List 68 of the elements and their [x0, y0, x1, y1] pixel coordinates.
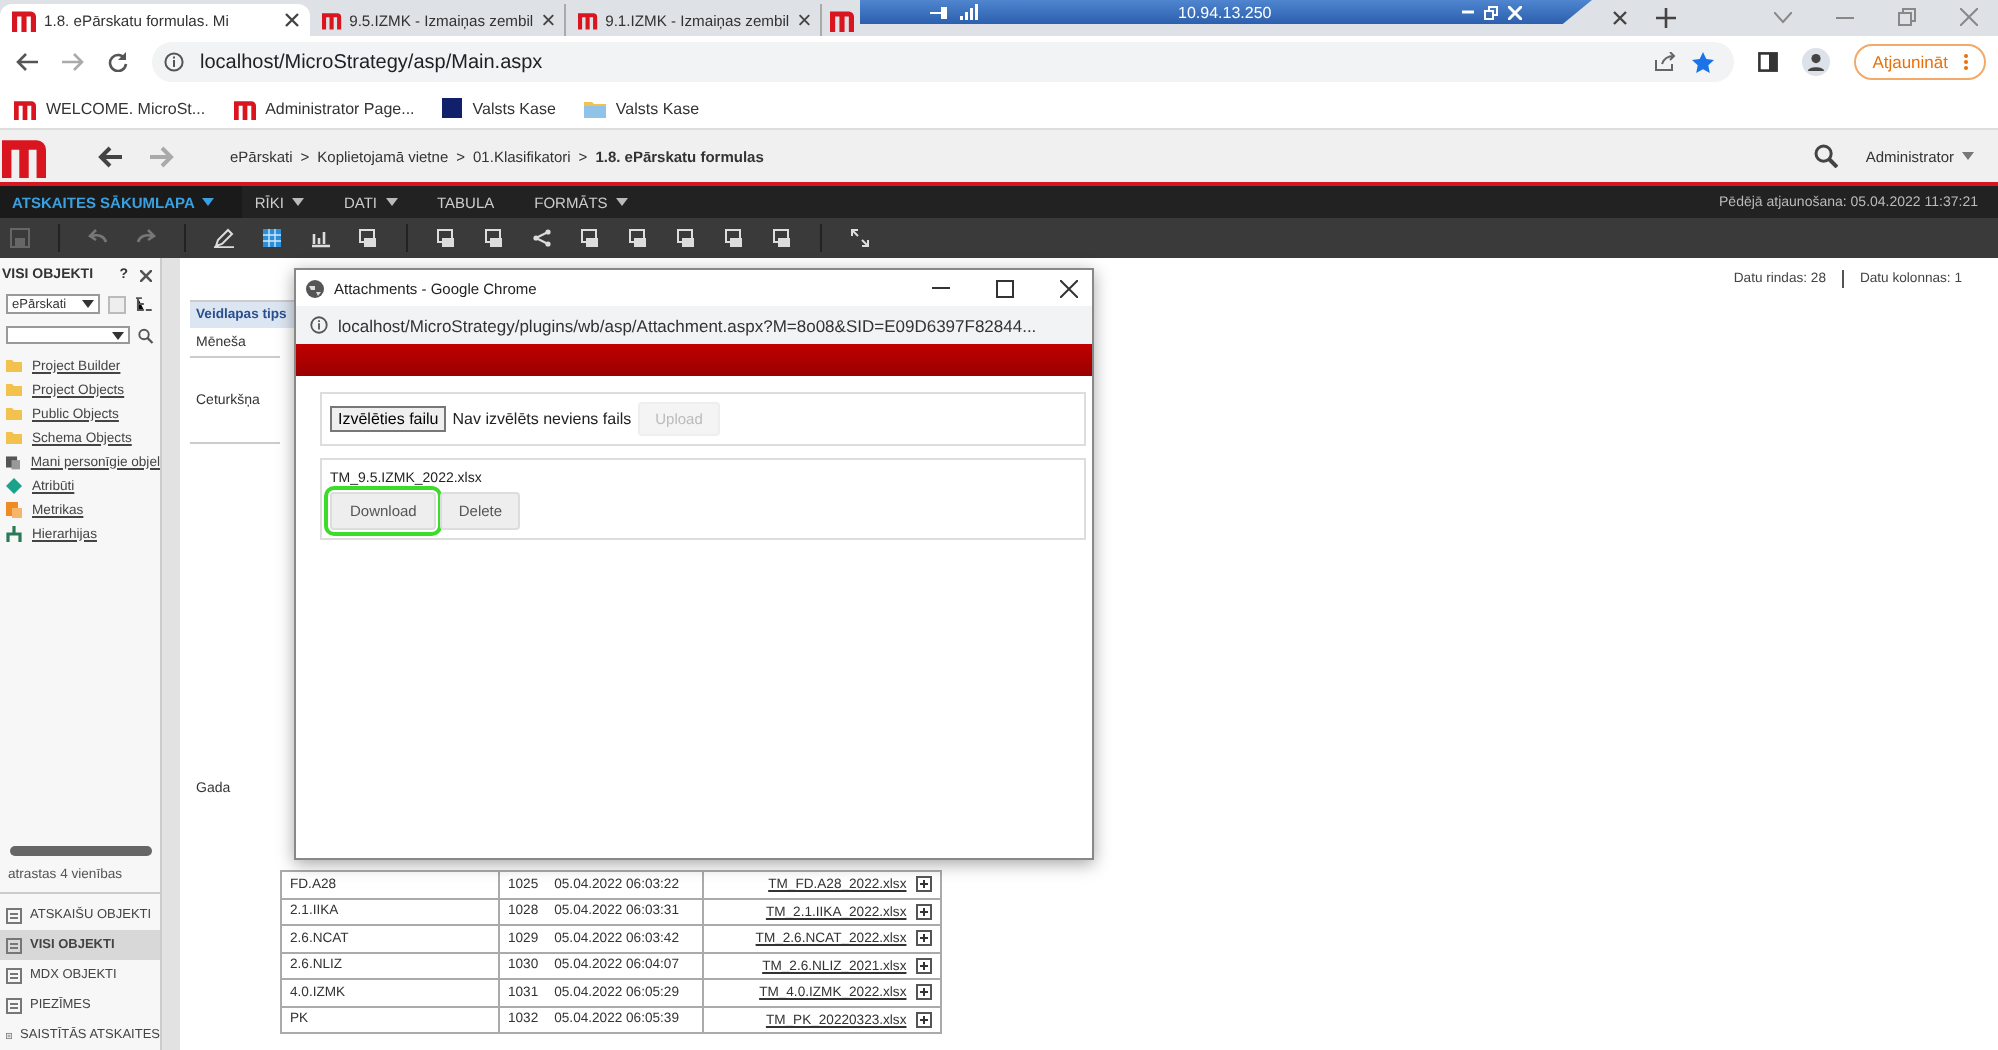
pencil-icon[interactable] — [214, 228, 234, 248]
reload-icon[interactable] — [108, 52, 128, 72]
info-icon — [164, 52, 184, 72]
popup-url: localhost/MicroStrategy/plugins/wb/asp/Attachment.aspx?M=8o08&SID=E09D6397F82844... — [338, 315, 1037, 335]
object-type-icon — [6, 1027, 13, 1043]
back-icon[interactable] — [16, 52, 38, 72]
expand-icon[interactable] — [916, 930, 933, 947]
logo-icon — [14, 97, 36, 119]
maximize-icon[interactable] — [996, 279, 1014, 297]
minimize-icon[interactable] — [932, 286, 950, 290]
expand-icon[interactable] — [916, 903, 933, 920]
globe-icon — [306, 279, 324, 297]
object-type-icon — [6, 937, 22, 953]
square-icon — [442, 98, 463, 118]
object-type-icon — [6, 967, 22, 983]
logo-icon — [2, 134, 46, 178]
search-icon[interactable] — [138, 327, 154, 343]
chevron-icon[interactable] — [1774, 11, 1792, 23]
choose-file-button[interactable]: Izvēlēties failu — [330, 406, 447, 432]
bar-chart-icon[interactable] — [310, 228, 330, 248]
grid-icon[interactable] — [262, 228, 282, 248]
object-type-icon — [6, 997, 22, 1013]
close-icon[interactable] — [140, 269, 152, 281]
expand-icon[interactable] — [916, 957, 933, 974]
logo-icon — [12, 8, 36, 32]
address-field[interactable]: localhost/MicroStrategy/asp/Main.aspx — [152, 42, 1735, 82]
bookmark[interactable]: Administrator Page... — [233, 97, 415, 119]
info-icon — [310, 316, 328, 334]
folder-icon — [583, 98, 606, 118]
search-icon[interactable] — [1813, 144, 1838, 168]
personal-icon — [6, 454, 21, 470]
caret-icon — [112, 331, 125, 339]
undo-icon[interactable] — [88, 228, 108, 248]
caret-icon — [82, 300, 95, 308]
file-status: Nav izvēlēts neviens fails — [452, 410, 632, 428]
redo-icon[interactable] — [136, 228, 156, 248]
attribute-icon — [6, 478, 22, 494]
close-icon[interactable] — [797, 12, 810, 28]
signal-icon — [960, 4, 978, 20]
bookmark[interactable]: Valsts Kase — [583, 98, 700, 118]
expand-icon[interactable] — [916, 984, 933, 1001]
fullscreen-icon[interactable] — [850, 228, 870, 248]
object-type-icon — [6, 907, 22, 923]
expand-icon[interactable] — [916, 1011, 933, 1028]
new-tab-icon[interactable] — [1656, 8, 1676, 28]
close-icon[interactable] — [1612, 10, 1628, 26]
close-icon[interactable] — [1060, 279, 1078, 297]
remote-host: 10.94.13.250 — [1178, 3, 1272, 21]
close-icon[interactable] — [541, 12, 554, 28]
profile-icon[interactable] — [1802, 48, 1831, 76]
close-icon[interactable] — [284, 12, 300, 28]
bookmark[interactable]: WELCOME. MicroSt... — [14, 97, 206, 119]
caret-icon — [1962, 152, 1974, 160]
pin-icon[interactable] — [930, 5, 950, 19]
side-panel-icon[interactable] — [1758, 52, 1779, 72]
hierarchy-icon — [6, 526, 22, 542]
logo-icon — [233, 97, 256, 119]
logo-icon — [322, 8, 342, 32]
share-icon[interactable] — [1654, 52, 1677, 72]
search-field[interactable] — [6, 326, 131, 344]
logo-icon — [578, 8, 598, 32]
restore-icon[interactable] — [1898, 8, 1916, 26]
metric-icon — [6, 502, 22, 518]
expand-icon[interactable] — [916, 876, 933, 893]
back-arrow-icon[interactable] — [98, 145, 122, 167]
logo-icon — [830, 8, 854, 32]
bookmark[interactable]: Valsts Kase — [442, 98, 556, 118]
star-icon[interactable] — [1692, 51, 1715, 73]
